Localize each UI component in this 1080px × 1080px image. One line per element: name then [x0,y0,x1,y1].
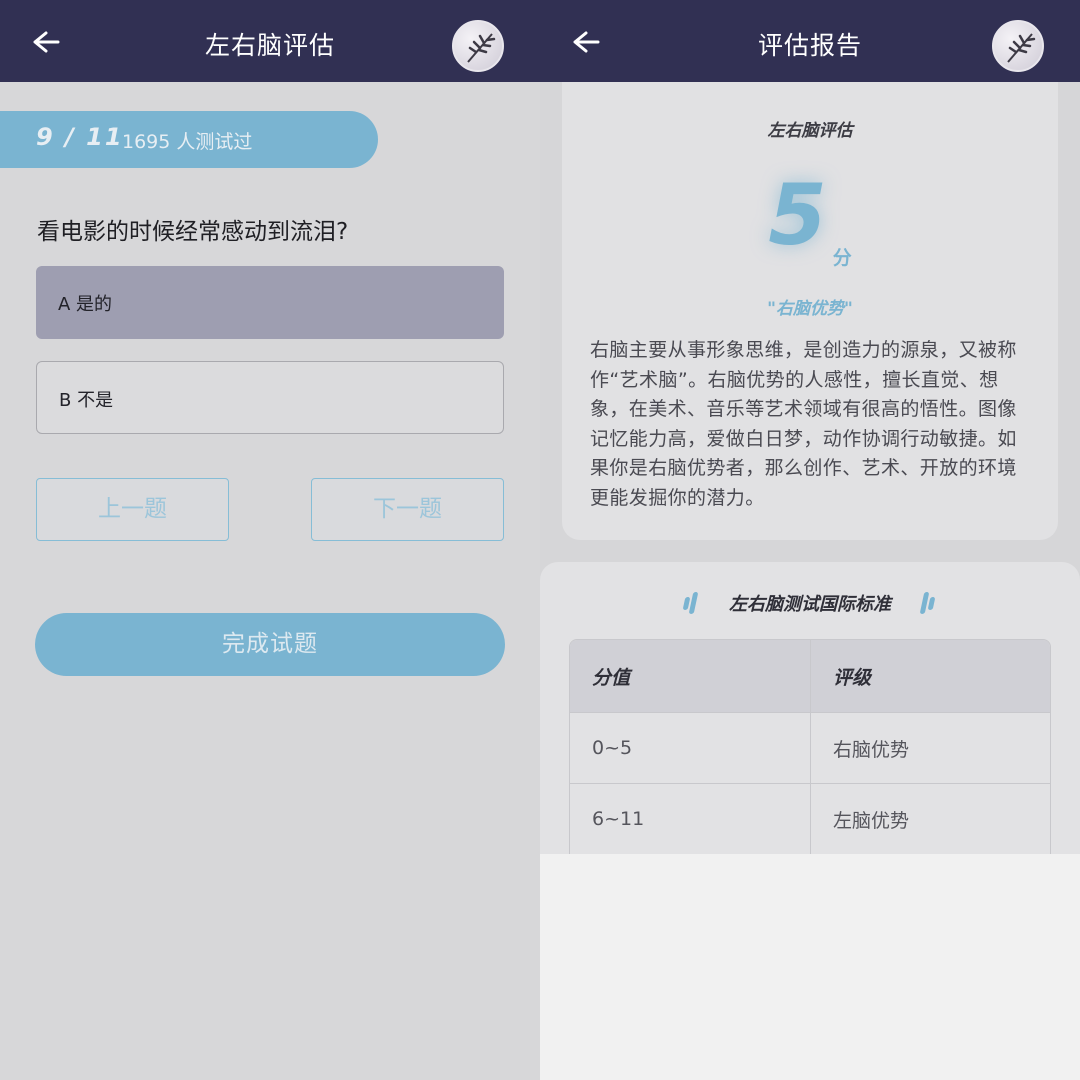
option-b-label: B 不是 [59,390,114,411]
quiz-screen: 左右脑评估 9 / 11 1695 人测试过 看电影的时候经常感动到流泪? A … [0,0,540,1080]
score-value: 5 [768,166,827,264]
table-cell: 6~11 [592,808,645,830]
question-progress: 9 / 11 [36,123,124,151]
report-screen: 评估报告 左右脑评估 5分 "右脑优势" 右脑主要从事形象思维，是创造力的源泉，… [540,0,1080,1080]
option-a[interactable]: A 是的 [36,266,504,339]
avatar[interactable] [992,20,1044,72]
table-header-row: 分值 评级 [570,640,1050,712]
table-row: 6~11 左脑优势 [570,783,1050,854]
result-description: 右脑主要从事形象思维，是创造力的源泉，又被称作“艺术脑”。右脑优势的人感性，擅长… [590,339,1017,509]
avatar[interactable] [452,20,504,72]
result-title: 左右脑评估 [767,121,853,141]
table-header-cell: 评级 [810,640,1050,712]
prev-question-label: 上一题 [98,496,167,522]
progress-pill: 9 / 11 1695 人测试过 [0,111,378,168]
result-card: 左右脑评估 5分 "右脑优势" 右脑主要从事形象思维，是创造力的源泉，又被称作“… [562,82,1058,540]
next-question-button[interactable]: 下一题 [311,478,504,541]
standard-table: 分值 评级 0~5 右脑优势 6~11 左脑优势 [569,639,1051,854]
score-unit: 分 [832,247,852,269]
avatar-branch-icon [1007,33,1036,63]
finish-quiz-button[interactable]: 完成试题 [35,613,505,676]
title-decoration-icon [919,592,936,614]
finish-quiz-label: 完成试题 [222,631,318,657]
table-cell: 左脑优势 [810,784,1050,854]
table-cell: 右脑优势 [810,713,1050,783]
table-header-cell: 分值 [592,666,631,689]
score-display: 5分 [562,166,1058,269]
top-bar: 评估报告 [540,0,1080,82]
tested-count: 1695 人测试过 [122,131,253,153]
next-question-label: 下一题 [373,496,442,522]
top-bar: 左右脑评估 [0,0,540,82]
standard-card: 左右脑测试国际标准 分值 评级 0~5 右脑优势 6~11 左脑优势 [540,562,1080,854]
blank-area [540,854,1080,1080]
result-label: "右脑优势" [767,299,853,319]
option-b[interactable]: B 不是 [36,361,504,434]
avatar-branch-icon [467,33,496,63]
question-text: 看电影的时候经常感动到流泪? [37,219,349,245]
standard-title: 左右脑测试国际标准 [729,594,891,615]
prev-question-button[interactable]: 上一题 [36,478,229,541]
option-a-label: A 是的 [58,294,113,315]
table-cell: 0~5 [592,737,633,759]
table-row: 0~5 右脑优势 [570,712,1050,783]
